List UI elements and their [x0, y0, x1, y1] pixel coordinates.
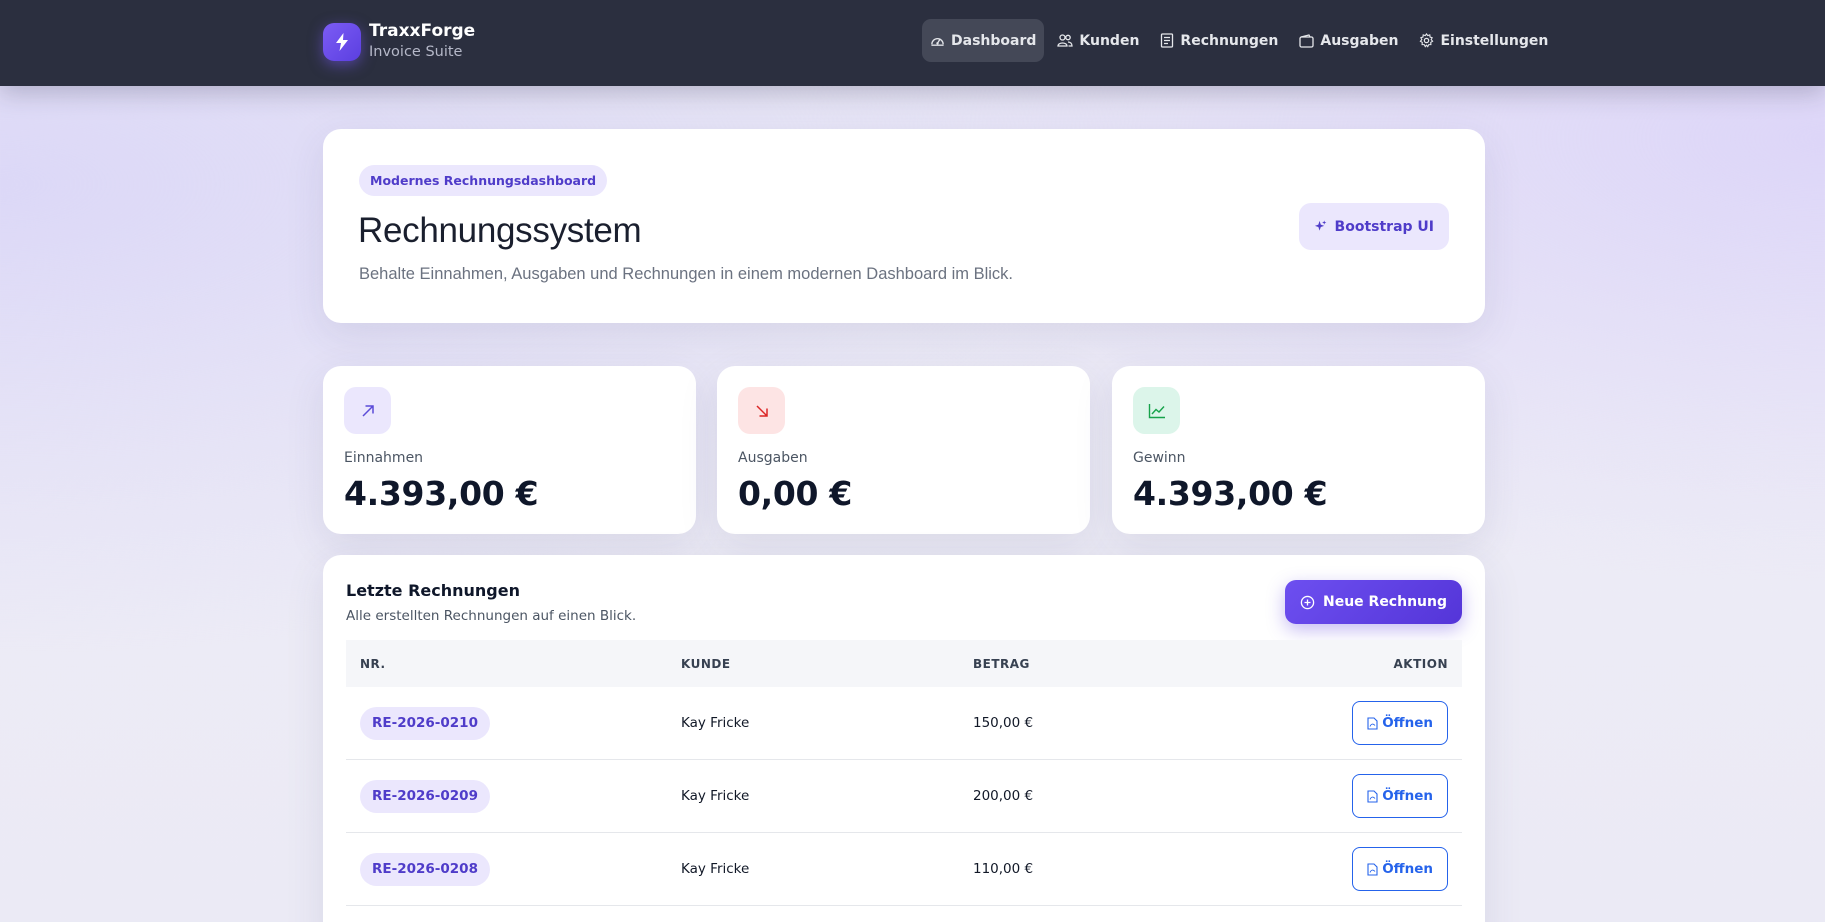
- dashboard-icon: [931, 38, 944, 46]
- brand-name: TraxxForge: [369, 21, 476, 41]
- customer-name: Kay Fricke: [681, 788, 750, 804]
- stat-label: Einnahmen: [344, 450, 424, 466]
- invoices-table: NR. KUNDE BETRAG AKTION RE-2026-0210 Kay…: [346, 640, 1462, 906]
- brand[interactable]: TraxxForge Invoice Suite: [323, 21, 475, 63]
- open-invoice-button[interactable]: Öffnen: [1352, 774, 1448, 818]
- recent-invoices-card: Letzte Rechnungen Alle erstellten Rechnu…: [323, 555, 1485, 922]
- plus-circle-icon: [1300, 595, 1315, 609]
- invoice-amount: 110,00 €: [973, 861, 1034, 877]
- column-header-nr: NR.: [360, 656, 386, 671]
- table-header: NR. KUNDE BETRAG AKTION: [346, 640, 1462, 687]
- table-row: RE-2026-0210 Kay Fricke 150,00 € Öffnen: [346, 687, 1462, 760]
- receipt-icon: [1161, 33, 1174, 48]
- stat-card-ausgaben: Ausgaben 0,00 €: [717, 366, 1090, 534]
- arrow-down-right-icon: [738, 387, 785, 434]
- stat-card-einnahmen: Einnahmen 4.393,00 €: [323, 366, 696, 534]
- nav-label: Einstellungen: [1440, 32, 1549, 49]
- nav-label: Dashboard: [951, 32, 1037, 49]
- brand-subtitle: Invoice Suite: [369, 44, 463, 60]
- section-subtitle: Alle erstellten Rechnungen auf einen Bli…: [346, 608, 637, 624]
- nav-label: Kunden: [1079, 32, 1140, 49]
- nav-item-einstellungen[interactable]: Einstellungen: [1411, 19, 1556, 62]
- new-invoice-label: Neue Rechnung: [1322, 594, 1447, 610]
- open-label: Öffnen: [1382, 715, 1433, 731]
- customer-name: Kay Fricke: [681, 861, 750, 877]
- main-nav: Dashboard Kunden Rechnungen Ausgaben Ein…: [922, 19, 1561, 62]
- stat-card-gewinn: Gewinn 4.393,00 €: [1112, 366, 1485, 534]
- nav-item-ausgaben[interactable]: Ausgaben: [1291, 19, 1406, 62]
- gear-icon: [1420, 33, 1434, 48]
- nav-label: Rechnungen: [1180, 32, 1279, 49]
- stat-value: 4.393,00 €: [1133, 474, 1328, 513]
- nav-item-dashboard[interactable]: Dashboard: [922, 19, 1045, 62]
- invoice-number[interactable]: RE-2026-0209: [360, 779, 490, 813]
- stat-label: Gewinn: [1133, 450, 1186, 466]
- customer-name: Kay Fricke: [681, 715, 750, 731]
- page-title: Rechnungssystem: [358, 211, 642, 250]
- file-pdf-icon: [1367, 862, 1378, 876]
- invoice-amount: 150,00 €: [973, 715, 1034, 731]
- graph-up-icon: [1133, 387, 1180, 434]
- open-label: Öffnen: [1382, 861, 1433, 877]
- page-subtitle: Behalte Einnahmen, Ausgaben und Rechnung…: [359, 265, 1014, 283]
- open-invoice-button[interactable]: Öffnen: [1352, 847, 1448, 891]
- open-label: Öffnen: [1382, 788, 1433, 804]
- invoice-number[interactable]: RE-2026-0210: [360, 706, 490, 740]
- nav-item-rechnungen[interactable]: Rechnungen: [1152, 19, 1286, 62]
- file-pdf-icon: [1367, 789, 1378, 803]
- bootstrap-ui-label: Bootstrap UI: [1334, 218, 1434, 235]
- stat-label: Ausgaben: [738, 450, 808, 466]
- people-icon: [1057, 34, 1074, 47]
- open-invoice-button[interactable]: Öffnen: [1352, 701, 1448, 745]
- column-header-kunde: KUNDE: [681, 656, 731, 671]
- new-invoice-button[interactable]: Neue Rechnung: [1284, 580, 1462, 624]
- hero-badge: Modernes Rechnungsdashboard: [359, 165, 608, 196]
- table-row: RE-2026-0209 Kay Fricke 200,00 € Öffnen: [346, 760, 1462, 833]
- nav-label: Ausgaben: [1320, 32, 1399, 49]
- stat-value: 0,00 €: [738, 474, 853, 513]
- bootstrap-ui-badge: Bootstrap UI: [1298, 203, 1449, 250]
- nav-item-kunden[interactable]: Kunden: [1049, 19, 1147, 62]
- section-title: Letzte Rechnungen: [346, 581, 520, 600]
- hero-card: Modernes Rechnungsdashboard Rechnungssys…: [323, 129, 1485, 323]
- arrow-up-right-icon: [344, 387, 391, 434]
- top-navbar: TraxxForge Invoice Suite Dashboard Kunde…: [0, 0, 1825, 86]
- sparkles-icon: [1314, 220, 1326, 231]
- lightning-icon: [323, 23, 361, 61]
- column-header-aktion: AKTION: [1393, 656, 1448, 671]
- stat-value: 4.393,00 €: [344, 474, 539, 513]
- table-row: RE-2026-0208 Kay Fricke 110,00 € Öffnen: [346, 833, 1462, 906]
- invoice-number[interactable]: RE-2026-0208: [360, 852, 490, 886]
- file-pdf-icon: [1367, 716, 1378, 730]
- invoice-amount: 200,00 €: [973, 788, 1034, 804]
- column-header-betrag: BETRAG: [973, 656, 1030, 671]
- wallet-icon: [1299, 33, 1315, 48]
